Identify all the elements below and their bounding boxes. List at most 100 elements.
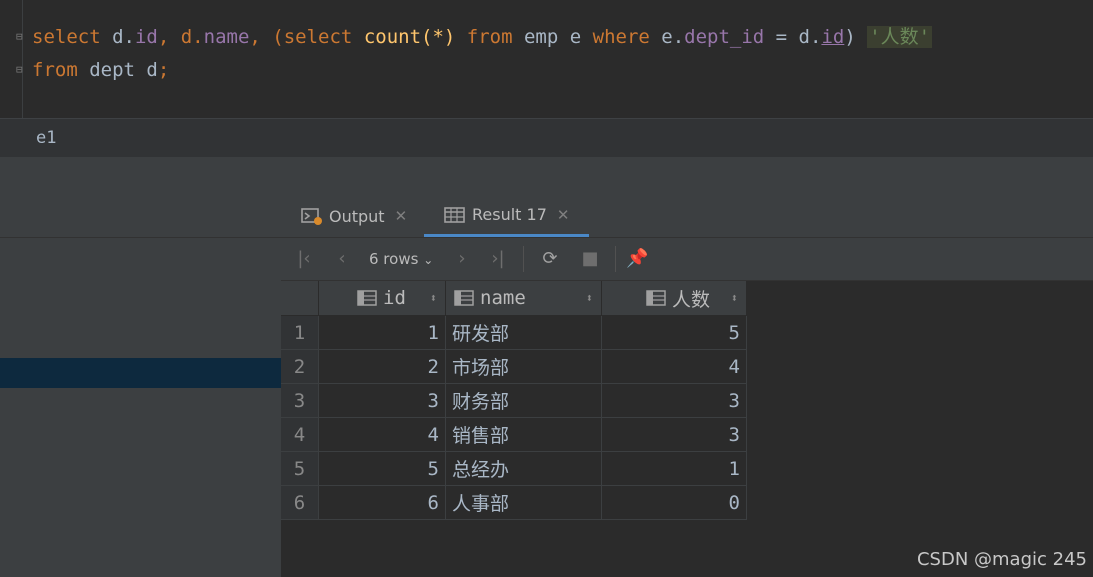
sql-text: emp e	[512, 26, 593, 48]
rows-count-label: 6 rows	[369, 250, 419, 268]
table-row[interactable]: 6 6 人事部 0	[281, 485, 747, 520]
rows-count-dropdown[interactable]: 6 rows ⌄	[369, 248, 433, 270]
row-number: 3	[281, 383, 319, 418]
column-header-label: id	[383, 287, 406, 309]
column-header-label: 人数	[672, 288, 711, 311]
cell-id[interactable]: 3	[318, 383, 446, 418]
sql-text: e.	[649, 26, 685, 48]
sql-editor[interactable]: ⊟ ⊟ select d.id, d.name, (select count(*…	[0, 0, 1093, 118]
fold-open-icon[interactable]: ⊟	[16, 30, 26, 44]
table-row[interactable]: 5 5 总经办 1	[281, 451, 747, 486]
tab-output-label: Output	[329, 206, 385, 226]
table-row[interactable]: 1 1 研发部 5	[281, 315, 747, 350]
results-tabbar: Output ✕ Result 17 ✕	[281, 195, 1093, 238]
cell-count[interactable]: 3	[601, 417, 747, 452]
cell-name[interactable]: 研发部	[445, 315, 602, 350]
cell-id[interactable]: 5	[318, 451, 446, 486]
fold-close-icon[interactable]: ⊟	[16, 63, 26, 77]
sql-text: = d.	[764, 26, 822, 48]
close-icon[interactable]: ✕	[395, 207, 408, 225]
sort-icon[interactable]: ⬍	[586, 291, 593, 305]
cell-id[interactable]: 4	[318, 417, 446, 452]
cell-count[interactable]: 1	[601, 451, 747, 486]
code-line-2[interactable]: from dept d;	[32, 55, 169, 85]
result-table: id ⬍ name ⬍ 人数 ⬍ 1 1 研发部 5 2 2 市场部 4 3 3…	[281, 281, 747, 520]
tab-result[interactable]: Result 17 ✕	[424, 195, 590, 237]
table-row[interactable]: 2 2 市场部 4	[281, 349, 747, 384]
table-row[interactable]: 3 3 财务部 3	[281, 383, 747, 418]
column-header-count[interactable]: 人数 ⬍	[601, 281, 747, 316]
first-page-icon[interactable]: |‹	[293, 248, 315, 270]
sql-punct: , d.	[157, 26, 204, 48]
column-icon	[454, 290, 474, 306]
cell-name[interactable]: 销售部	[445, 417, 602, 452]
cell-id[interactable]: 6	[318, 485, 446, 520]
sql-string-alias: '人数'	[867, 26, 933, 48]
sql-punct: (*)	[421, 26, 467, 48]
cell-count[interactable]: 5	[601, 315, 747, 350]
sql-column: id	[134, 26, 158, 48]
last-page-icon[interactable]: ›|	[487, 248, 509, 270]
sql-punct: ;	[157, 59, 170, 81]
sql-punct: )	[844, 26, 868, 48]
column-header-label: name	[480, 287, 526, 309]
sql-keyword: where	[592, 26, 650, 48]
sql-keyword: select	[283, 26, 353, 48]
watermark: CSDN @magic 245	[916, 549, 1087, 570]
cell-count[interactable]: 3	[601, 383, 747, 418]
previous-page-icon[interactable]: ‹	[331, 248, 353, 270]
tab-result-label: Result 17	[472, 205, 547, 224]
toolbar-separator	[615, 246, 616, 272]
cell-count[interactable]: 0	[601, 485, 747, 520]
console-tab-strip: e1	[0, 118, 1093, 158]
row-number: 6	[281, 485, 319, 520]
tab-output[interactable]: Output ✕	[301, 195, 407, 237]
results-toolbar: |‹ ‹ 6 rows ⌄ › ›| ⟳ ■ 📌	[281, 238, 1093, 281]
editor-gutter	[22, 0, 23, 118]
results-panel: Output ✕ Result 17 ✕ |‹ ‹ 6 rows ⌄ › ›| …	[281, 195, 1093, 576]
toolbar-separator	[523, 246, 524, 272]
sql-column: name	[203, 26, 250, 48]
chevron-down-icon: ⌄	[423, 253, 434, 267]
pin-icon[interactable]: 📌	[626, 248, 648, 270]
sql-text: dept d	[77, 59, 158, 81]
sql-column-highlight: id	[821, 26, 845, 48]
row-number-header	[281, 281, 319, 316]
services-panel: Output ✕ Result 17 ✕ |‹ ‹ 6 rows ⌄ › ›| …	[0, 157, 1093, 577]
table-header-row: id ⬍ name ⬍ 人数 ⬍	[281, 281, 747, 316]
cell-count[interactable]: 4	[601, 349, 747, 384]
refresh-icon[interactable]: ⟳	[539, 248, 561, 270]
sql-keyword: from	[32, 59, 78, 81]
column-icon	[357, 290, 377, 306]
stop-icon[interactable]: ■	[579, 248, 601, 270]
cell-id[interactable]: 2	[318, 349, 446, 384]
cell-name[interactable]: 市场部	[445, 349, 602, 384]
column-header-name[interactable]: name ⬍	[445, 281, 602, 316]
code-line-1[interactable]: select d.id, d.name, (select count(*) fr…	[32, 22, 933, 52]
column-icon	[646, 290, 666, 306]
sort-icon[interactable]: ⬍	[731, 291, 738, 305]
sql-text: d.	[100, 26, 135, 48]
sort-icon[interactable]: ⬍	[430, 291, 437, 305]
sql-column: dept_id	[684, 26, 765, 48]
sql-keyword: select	[32, 26, 101, 48]
sql-function: count	[363, 26, 422, 48]
row-number: 5	[281, 451, 319, 486]
table-row[interactable]: 4 4 销售部 3	[281, 417, 747, 452]
output-console-icon	[301, 208, 322, 225]
cell-name[interactable]: 财务部	[445, 383, 602, 418]
column-header-id[interactable]: id ⬍	[318, 281, 446, 316]
cell-id[interactable]: 1	[318, 315, 446, 350]
sql-punct: , (	[249, 26, 284, 48]
row-number: 1	[281, 315, 319, 350]
services-tree[interactable]	[0, 237, 281, 577]
services-tree-selected-item[interactable]	[0, 358, 281, 388]
close-icon[interactable]: ✕	[557, 206, 570, 224]
row-number: 4	[281, 417, 319, 452]
console-name[interactable]: e1	[36, 128, 56, 148]
cell-name[interactable]: 总经办	[445, 451, 602, 486]
next-page-icon[interactable]: ›	[451, 248, 473, 270]
sql-keyword: from	[466, 26, 513, 48]
cell-name[interactable]: 人事部	[445, 485, 602, 520]
